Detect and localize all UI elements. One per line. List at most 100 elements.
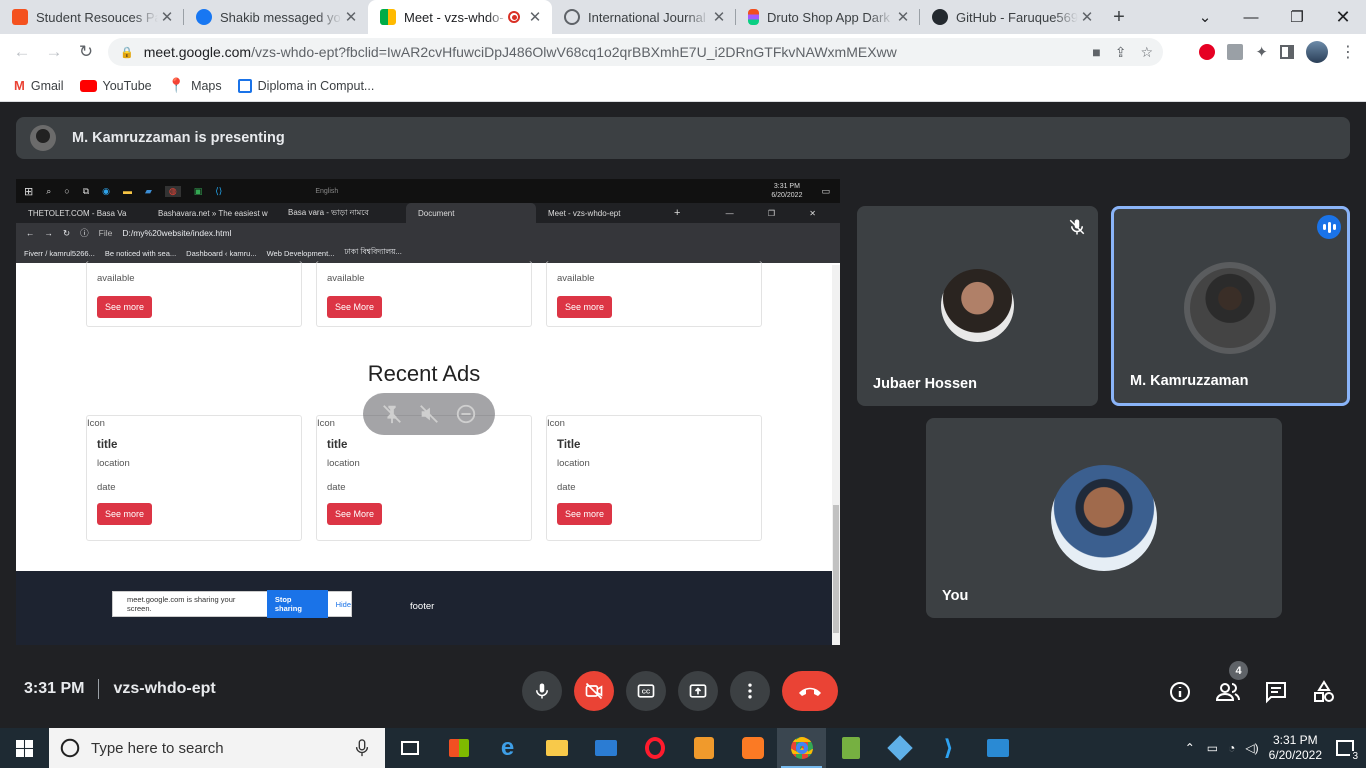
- taskbar-search-box[interactable]: Type here to search: [49, 728, 385, 768]
- captions-button[interactable]: CC: [626, 671, 666, 711]
- bookmark-label: Maps: [191, 78, 222, 93]
- remove-icon[interactable]: [455, 403, 477, 425]
- minimize-button[interactable]: —: [1228, 0, 1274, 34]
- mic-off-icon: [1069, 219, 1085, 235]
- participant-tile-kamruzzaman[interactable]: M. Kamruzzaman: [1111, 206, 1350, 406]
- camera-off-button[interactable]: [574, 671, 614, 711]
- menu-dots-icon[interactable]: ⋮: [1340, 42, 1356, 62]
- profile-avatar[interactable]: [1306, 41, 1328, 63]
- shared-tab-active: Document: [406, 203, 536, 223]
- meeting-details-button[interactable]: [1167, 679, 1193, 705]
- see-more-button: See more: [557, 503, 613, 525]
- microphone-button[interactable]: [522, 671, 562, 711]
- task-view-icon[interactable]: [385, 728, 434, 768]
- sublime-text-icon[interactable]: [679, 728, 728, 768]
- more-options-button[interactable]: [730, 671, 770, 711]
- close-tab-icon[interactable]: ✕: [894, 8, 912, 26]
- close-tab-icon[interactable]: ✕: [158, 8, 176, 26]
- gmail-icon: M: [14, 78, 25, 93]
- svg-text:CC: CC: [642, 690, 651, 696]
- presentation-controls-overlay[interactable]: [363, 393, 495, 435]
- bookmark-diploma[interactable]: Diploma in Comput...: [237, 78, 374, 93]
- self-avatar: [1051, 465, 1157, 571]
- vscode-icon[interactable]: ⟩: [924, 728, 973, 768]
- notepad-icon[interactable]: [826, 728, 875, 768]
- leave-call-button[interactable]: [782, 671, 838, 711]
- card-image-alt: Icon: [87, 418, 105, 429]
- hide-link: Hide: [335, 599, 351, 609]
- notification-center-icon[interactable]: 3: [1336, 740, 1360, 762]
- bookmark-maps[interactable]: 📍 Maps: [168, 77, 222, 94]
- chevron-up-icon[interactable]: ⌃: [1185, 741, 1195, 755]
- media-app-icon[interactable]: [973, 728, 1022, 768]
- xampp-icon[interactable]: [728, 728, 777, 768]
- opera-icon[interactable]: [630, 728, 679, 768]
- chat-button[interactable]: [1263, 679, 1289, 705]
- globe-icon: [564, 9, 580, 25]
- tab-github[interactable]: GitHub - Faruque5698 ✕: [920, 0, 1104, 34]
- mute-volume-icon[interactable]: [418, 403, 440, 425]
- card-title: Title: [557, 439, 581, 451]
- chrome-icon[interactable]: [777, 728, 826, 768]
- bookmark-youtube[interactable]: YouTube: [79, 79, 152, 93]
- edge-icon[interactable]: e: [483, 728, 532, 768]
- microphone-icon[interactable]: [355, 739, 369, 757]
- search-doc-icon: [237, 78, 252, 93]
- speaking-indicator-icon: [1317, 215, 1341, 239]
- forward-icon[interactable]: →: [38, 36, 70, 68]
- microsoft-store-icon[interactable]: [434, 728, 483, 768]
- presenter-banner: M. Kamruzzaman is presenting: [16, 117, 1350, 159]
- card-status: available: [557, 273, 595, 284]
- back-icon[interactable]: ←: [6, 36, 38, 68]
- tab-figma[interactable]: Druto Shop App Dark ✕: [736, 0, 920, 34]
- tab-meet[interactable]: Meet - vzs-whdo- ✕: [368, 0, 552, 34]
- puzzle-icon[interactable]: ✦: [1255, 43, 1268, 61]
- participant-tile-jubaer[interactable]: Jubaer Hossen: [857, 206, 1098, 406]
- sharing-text: meet.google.com is sharing your screen.: [127, 595, 236, 613]
- unpin-icon[interactable]: [381, 403, 403, 425]
- address-bar[interactable]: 🔒 meet.google.com/vzs-whdo-ept?fbclid=Iw…: [108, 38, 1163, 66]
- people-button[interactable]: [1215, 679, 1241, 705]
- file-explorer-icon[interactable]: [532, 728, 581, 768]
- taskbar-clock[interactable]: 3:31 PM 6/20/2022: [1269, 733, 1322, 763]
- tab-search-icon[interactable]: ⌄: [1182, 0, 1228, 34]
- share-icon[interactable]: ⇪: [1115, 44, 1127, 61]
- tab-student-resources[interactable]: Student Resouces Pap ✕: [0, 0, 184, 34]
- battery-icon[interactable]: ▭: [1207, 741, 1218, 755]
- volume-icon[interactable]: ◁): [1245, 741, 1258, 755]
- bookmark-star-icon[interactable]: ☆: [1140, 44, 1153, 61]
- reload-icon[interactable]: ↻: [70, 36, 102, 68]
- shared-tab: Meet - vzs-whdo-ept: [548, 208, 621, 218]
- info-icon: [1170, 682, 1190, 702]
- close-tab-icon[interactable]: ✕: [342, 8, 360, 26]
- shared-tab: THETOLET.COM - Basa Va: [28, 208, 127, 218]
- bookmark-gmail[interactable]: M Gmail: [14, 78, 64, 93]
- ad-card: Icon Title location date See more: [546, 415, 762, 541]
- activities-button[interactable]: [1311, 679, 1337, 705]
- shared-info-icon: ⓘ: [80, 228, 89, 238]
- participant-name: You: [942, 588, 969, 604]
- close-tab-icon[interactable]: ✕: [526, 8, 544, 26]
- participants-count-badge: 4: [1229, 661, 1248, 680]
- close-tab-icon[interactable]: ✕: [710, 8, 728, 26]
- more-vert-icon: [748, 683, 752, 699]
- close-window-button[interactable]: ✕: [1320, 0, 1366, 34]
- present-screen-button[interactable]: [678, 671, 718, 711]
- git-icon[interactable]: [875, 728, 924, 768]
- tab-international-journal[interactable]: International Journal o ✕: [552, 0, 736, 34]
- mail-icon[interactable]: [581, 728, 630, 768]
- extension-icon[interactable]: [1227, 44, 1244, 60]
- pinterest-extension-icon[interactable]: [1199, 44, 1216, 60]
- wifi-icon[interactable]: ◔: [1228, 741, 1235, 755]
- start-button[interactable]: [0, 728, 49, 768]
- new-tab-button[interactable]: +: [1104, 0, 1134, 34]
- tab-facebook[interactable]: Shakib messaged you ✕: [184, 0, 368, 34]
- camera-icon[interactable]: ■: [1092, 44, 1100, 60]
- restore-button[interactable]: ❐: [1274, 0, 1320, 34]
- card-date: date: [97, 482, 116, 493]
- shared-back-icon: ←: [26, 228, 35, 238]
- side-panel-icon[interactable]: [1280, 45, 1294, 59]
- close-tab-icon[interactable]: ✕: [1078, 8, 1096, 26]
- taskbar-time: 3:31 PM: [1272, 733, 1318, 747]
- participant-tile-you[interactable]: You: [926, 418, 1282, 618]
